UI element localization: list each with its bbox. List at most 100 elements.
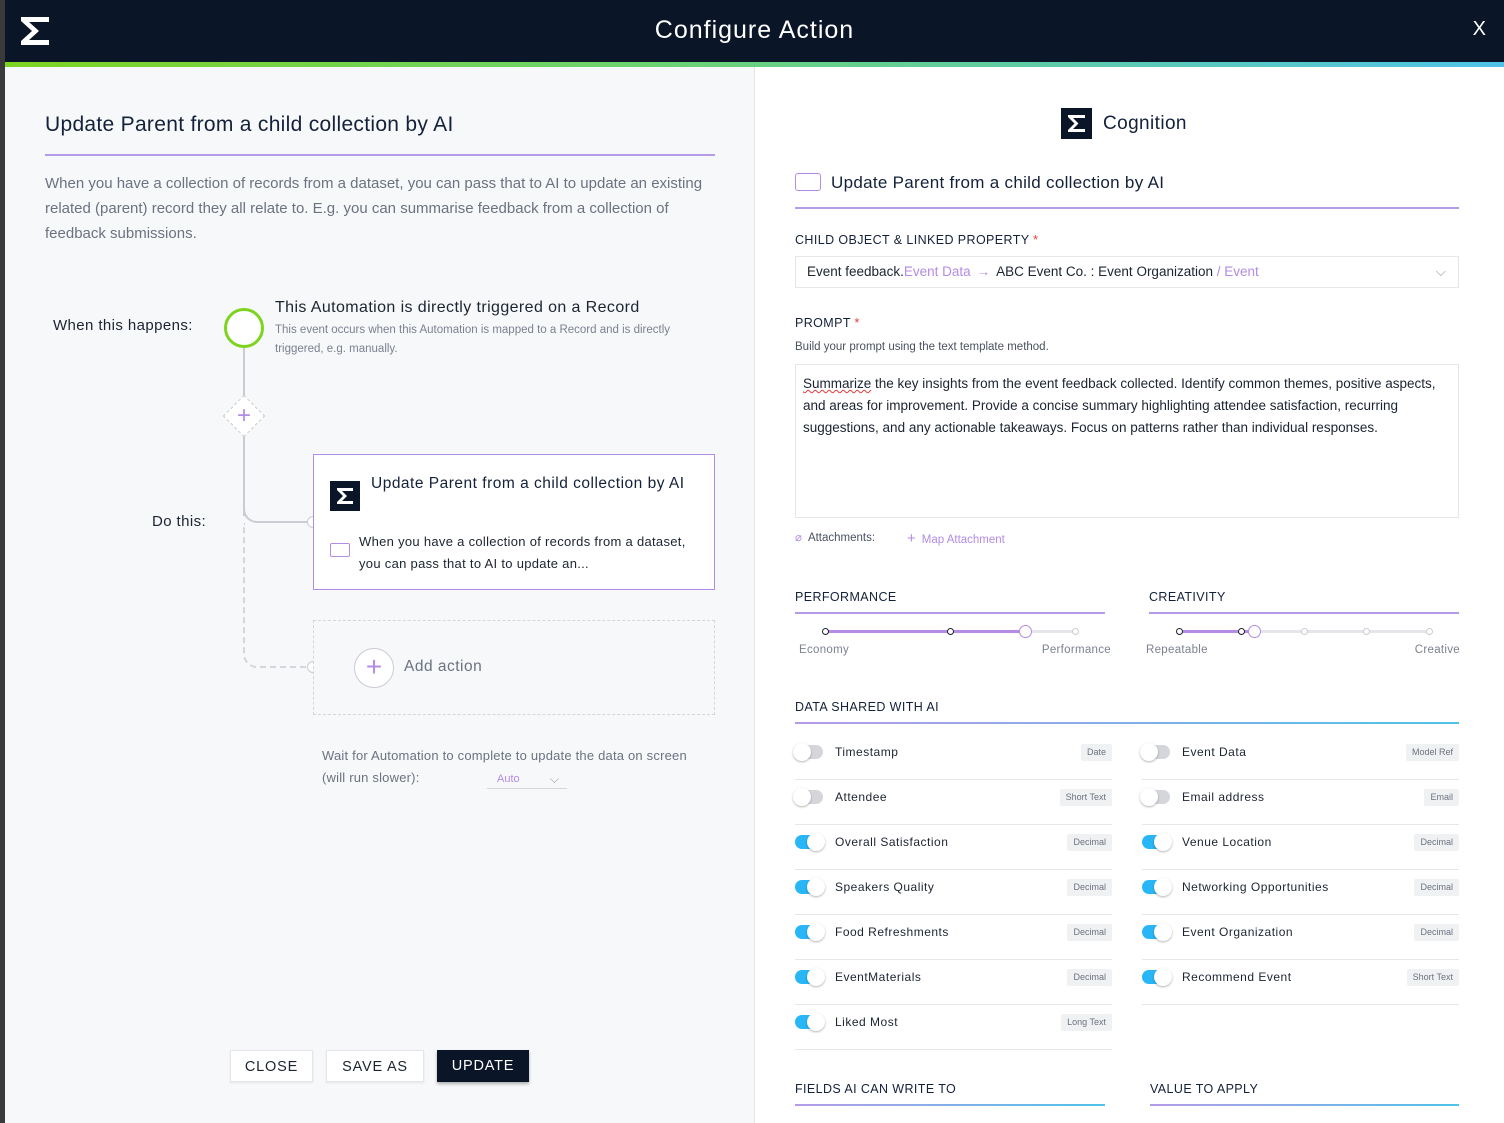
share-toggle[interactable] (793, 743, 823, 761)
field-label: Attendee (835, 790, 888, 804)
wait-mode-select[interactable]: Auto ⌵ (487, 769, 567, 789)
field-type-badge: Decimal (1067, 969, 1112, 986)
share-toggle[interactable] (795, 878, 825, 896)
action-card-title: Update Parent from a child collection by… (371, 475, 685, 492)
performance-label: PERFORMANCE (795, 590, 897, 604)
creativity-label: CREATIVITY (1149, 590, 1226, 604)
update-button[interactable]: UPDATE (437, 1050, 529, 1082)
share-toggle[interactable] (793, 788, 823, 806)
shared-field-row: Attendee Short Text (793, 780, 1112, 825)
trigger-title: This Automation is directly triggered on… (275, 299, 640, 316)
prompt-first-word: Summarize (803, 376, 872, 391)
shared-field-row: Timestamp Date (793, 735, 1112, 780)
trigger-node[interactable] (224, 308, 264, 348)
toggle-knob (807, 878, 825, 896)
share-toggle[interactable] (795, 1013, 825, 1031)
data-shared-divider (795, 722, 1459, 724)
map-attachment-button[interactable]: + Map Attachment (907, 530, 1005, 547)
window-icon (795, 173, 821, 191)
brand-name: Cognition (1103, 113, 1187, 134)
shared-field-row: Food Refreshments Decimal (795, 915, 1112, 960)
performance-slider: PERFORMANCE Economy Performance (795, 590, 1111, 656)
chevron-down-icon: ⌵ (549, 772, 559, 786)
save-as-button[interactable]: SAVE AS (326, 1050, 424, 1082)
toggle-knob (793, 788, 811, 806)
close-button[interactable]: CLOSE (230, 1050, 313, 1082)
share-toggle[interactable] (1142, 878, 1172, 896)
chevron-down-icon: ⌵ (1435, 264, 1446, 279)
plus-icon: + (907, 530, 916, 547)
heading-divider (795, 207, 1459, 209)
toggle-knob (1140, 788, 1158, 806)
creativity-divider (1149, 612, 1459, 614)
child-object-part4: / Event (1212, 264, 1259, 279)
cognition-logo-icon (1061, 108, 1092, 139)
toggle-knob (807, 968, 825, 986)
prompt-label-text: PROMPT (795, 316, 851, 330)
insert-step-plus-icon[interactable]: + (234, 402, 254, 430)
share-toggle[interactable] (1142, 923, 1172, 941)
window-icon (330, 543, 350, 557)
prompt-label: PROMPT * (795, 316, 860, 330)
creativity-tick (1238, 628, 1245, 635)
field-label: Networking Opportunities (1182, 880, 1329, 894)
prompt-hint: Build your prompt using the text templat… (795, 341, 1049, 353)
prompt-textarea[interactable]: Summarize the key insights from the even… (795, 364, 1459, 518)
toggle-knob (1154, 923, 1172, 941)
shared-field-row: Overall Satisfaction Decimal (795, 825, 1112, 870)
share-toggle[interactable] (1140, 743, 1170, 761)
field-type-badge: Decimal (1067, 879, 1112, 896)
field-type-badge: Short Text (1059, 789, 1112, 806)
field-type-badge: Long Text (1061, 1014, 1112, 1031)
paperclip-icon: ⌀ (795, 532, 802, 544)
creativity-handle[interactable] (1248, 625, 1261, 638)
value-to-apply-label: VALUE TO APPLY (1150, 1082, 1259, 1096)
shared-field-row: EventMaterials Decimal (795, 960, 1112, 1005)
field-label: Food Refreshments (835, 925, 949, 939)
action-card[interactable]: Update Parent from a child collection by… (313, 454, 715, 590)
field-type-badge: Decimal (1414, 924, 1459, 941)
fields-ai-write-divider (795, 1104, 1105, 1106)
share-toggle[interactable] (795, 833, 825, 851)
performance-max-label: Performance (1041, 644, 1111, 656)
share-toggle[interactable] (1142, 968, 1172, 986)
field-label: Email address (1182, 790, 1265, 804)
share-toggle[interactable] (795, 968, 825, 986)
field-label: Event Data (1182, 745, 1247, 759)
shared-field-row: Email address Email (1140, 780, 1459, 825)
child-object-label: CHILD OBJECT & LINKED PROPERTY * (795, 233, 1038, 247)
field-type-badge: Short Text (1406, 969, 1459, 986)
field-type-badge: Decimal (1067, 924, 1112, 941)
share-toggle[interactable] (1142, 833, 1172, 851)
performance-handle[interactable] (1019, 625, 1032, 638)
performance-divider (795, 612, 1105, 614)
add-action-label: Add action (404, 658, 483, 675)
prompt-text: the key insights from the event feedback… (803, 376, 1436, 435)
required-mark: * (854, 316, 860, 330)
shared-field-row: Networking Opportunities Decimal (1142, 870, 1459, 915)
shared-field-row: Speakers Quality Decimal (795, 870, 1112, 915)
creativity-min-label: Repeatable (1146, 644, 1208, 656)
toggle-knob (807, 833, 825, 851)
field-type-badge: Email (1424, 789, 1459, 806)
title-bar: Configure Action X (5, 0, 1504, 62)
field-type-badge: Model Ref (1405, 744, 1459, 761)
share-toggle[interactable] (795, 923, 825, 941)
close-icon[interactable]: X (1473, 18, 1486, 41)
shared-field-row: Event Organization Decimal (1142, 915, 1459, 960)
add-action-button[interactable]: + Add action (313, 620, 715, 715)
cognition-logo-icon (330, 481, 360, 511)
field-type-badge: Decimal (1067, 834, 1112, 851)
toggle-knob (1154, 968, 1172, 986)
action-card-description: When you have a collection of records fr… (359, 534, 686, 571)
shared-field-row: Liked Most Long Text (795, 1005, 1112, 1050)
performance-track-fill (825, 630, 1025, 633)
share-toggle[interactable] (1140, 788, 1170, 806)
child-object-select[interactable]: Event feedback.Event Data → ABC Event Co. … (795, 256, 1459, 288)
required-mark: * (1033, 233, 1039, 247)
panel-description: When you have a collection of records fr… (45, 175, 703, 242)
toggle-knob (1140, 743, 1158, 761)
field-label: Timestamp (835, 745, 899, 759)
value-to-apply-divider (1150, 1104, 1459, 1106)
field-type-badge: Decimal (1414, 834, 1459, 851)
